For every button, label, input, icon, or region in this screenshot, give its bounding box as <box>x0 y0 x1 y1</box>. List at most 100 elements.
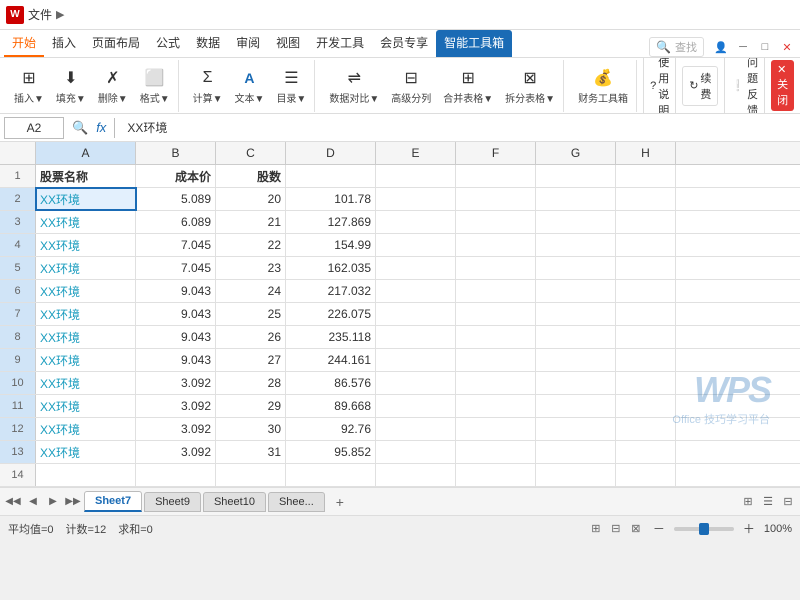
list-item[interactable] <box>616 441 676 463</box>
sheet-nav-prev[interactable]: ◀ <box>24 493 42 511</box>
list-item[interactable] <box>536 349 616 371</box>
zoom-level[interactable]: 100% <box>764 523 792 535</box>
text-btn[interactable]: A 文本▼ <box>231 65 269 107</box>
sheet-nav-last[interactable]: ▶▶ <box>64 493 82 511</box>
split-view-icon[interactable]: ⊟ <box>780 494 796 510</box>
list-view-icon[interactable]: ☰ <box>760 494 776 510</box>
list-item[interactable] <box>456 395 536 417</box>
insert-btn[interactable]: ⊞ 插入▼ <box>10 65 48 107</box>
row-number[interactable]: 4 <box>0 234 36 256</box>
col-header-d[interactable]: D <box>286 142 376 164</box>
row-number[interactable]: 2 <box>0 188 36 210</box>
list-item[interactable]: XX环境 <box>36 234 136 256</box>
col-header-b[interactable]: B <box>136 142 216 164</box>
list-item[interactable] <box>136 464 216 486</box>
cell-reference[interactable] <box>4 117 64 139</box>
list-item[interactable] <box>616 349 676 371</box>
col-header-h[interactable]: H <box>616 142 676 164</box>
list-item[interactable] <box>536 234 616 256</box>
list-item[interactable] <box>376 165 456 187</box>
list-item[interactable] <box>456 211 536 233</box>
list-item[interactable] <box>456 234 536 256</box>
list-item[interactable]: 3.092 <box>136 418 216 440</box>
list-item[interactable] <box>286 464 376 486</box>
list-item[interactable]: 95.852 <box>286 441 376 463</box>
list-item[interactable]: XX环境 <box>36 303 136 325</box>
delete-btn[interactable]: ✗ 删除▼ <box>94 65 132 107</box>
list-item[interactable]: 25 <box>216 303 286 325</box>
list-item[interactable]: 244.161 <box>286 349 376 371</box>
row-number[interactable]: 10 <box>0 372 36 394</box>
row-number[interactable]: 3 <box>0 211 36 233</box>
zoom-in-btn[interactable]: ＋ <box>742 522 756 536</box>
list-item[interactable] <box>536 188 616 210</box>
list-item[interactable] <box>616 280 676 302</box>
list-item[interactable] <box>216 464 286 486</box>
sheet-add-btn[interactable]: + <box>331 493 349 511</box>
finance-toolbox-btn[interactable]: 💰 财务工具箱 <box>574 65 632 107</box>
list-item[interactable]: 7.045 <box>136 257 216 279</box>
list-item[interactable]: 股票名称 <box>36 165 136 187</box>
list-item[interactable]: 92.76 <box>286 418 376 440</box>
row-number[interactable]: 11 <box>0 395 36 417</box>
list-item[interactable]: 154.99 <box>286 234 376 256</box>
feedback-btn[interactable]: ❕ 问题反馈 <box>724 58 765 114</box>
list-item[interactable] <box>536 372 616 394</box>
tab-review[interactable]: 审阅 <box>228 30 268 57</box>
list-item[interactable] <box>536 303 616 325</box>
col-header-g[interactable]: G <box>536 142 616 164</box>
list-item[interactable] <box>616 257 676 279</box>
data-compare-btn[interactable]: ⇌ 数据对比▼ <box>325 65 383 107</box>
list-item[interactable]: 226.075 <box>286 303 376 325</box>
list-item[interactable]: 89.668 <box>286 395 376 417</box>
list-item[interactable]: XX环境 <box>36 188 136 210</box>
list-item[interactable]: 9.043 <box>136 280 216 302</box>
list-item[interactable] <box>376 464 456 486</box>
list-item[interactable]: 101.78 <box>286 188 376 210</box>
toolbar-close-btn[interactable]: ✕ 关闭 <box>771 60 794 111</box>
list-item[interactable] <box>456 441 536 463</box>
list-item[interactable]: 21 <box>216 211 286 233</box>
advanced-split-btn[interactable]: ⊟ 高级分列 <box>387 65 435 107</box>
normal-view-icon[interactable]: ⊞ <box>588 521 604 537</box>
tab-view[interactable]: 视图 <box>268 30 308 57</box>
split-table-btn[interactable]: ⊠ 拆分表格▼ <box>501 65 559 107</box>
list-item[interactable] <box>376 418 456 440</box>
tab-data[interactable]: 数据 <box>188 30 228 57</box>
list-item[interactable] <box>456 280 536 302</box>
list-item[interactable]: 127.869 <box>286 211 376 233</box>
tab-formula[interactable]: 公式 <box>148 30 188 57</box>
list-item[interactable] <box>536 280 616 302</box>
list-item[interactable]: 股数 <box>216 165 286 187</box>
list-item[interactable] <box>376 395 456 417</box>
list-item[interactable]: 7.045 <box>136 234 216 256</box>
list-item[interactable] <box>536 165 616 187</box>
tab-start[interactable]: 开始 <box>4 30 44 57</box>
list-item[interactable]: 20 <box>216 188 286 210</box>
help-btn[interactable]: ? 使用说明 <box>643 58 676 114</box>
list-item[interactable]: 成本价 <box>136 165 216 187</box>
list-item[interactable] <box>456 372 536 394</box>
list-item[interactable]: 28 <box>216 372 286 394</box>
tab-insert[interactable]: 插入 <box>44 30 84 57</box>
row-number[interactable]: 6 <box>0 280 36 302</box>
list-item[interactable] <box>376 349 456 371</box>
sheet-tab-shee[interactable]: Shee... <box>268 492 325 512</box>
list-item[interactable] <box>616 211 676 233</box>
merge-table-btn[interactable]: ⊞ 合并表格▼ <box>439 65 497 107</box>
list-item[interactable] <box>616 464 676 486</box>
list-item[interactable] <box>456 326 536 348</box>
list-item[interactable] <box>456 257 536 279</box>
list-item[interactable]: 9.043 <box>136 326 216 348</box>
list-item[interactable] <box>36 464 136 486</box>
list-item[interactable] <box>616 188 676 210</box>
list-item[interactable]: 3.092 <box>136 372 216 394</box>
sheet-tab-sheet9[interactable]: Sheet9 <box>144 492 201 512</box>
list-item[interactable]: 86.576 <box>286 372 376 394</box>
tab-smart-tools[interactable]: 智能工具箱 <box>436 30 512 57</box>
list-item[interactable]: 162.035 <box>286 257 376 279</box>
list-item[interactable] <box>376 257 456 279</box>
list-item[interactable]: 26 <box>216 326 286 348</box>
list-item[interactable] <box>376 234 456 256</box>
list-item[interactable] <box>616 372 676 394</box>
